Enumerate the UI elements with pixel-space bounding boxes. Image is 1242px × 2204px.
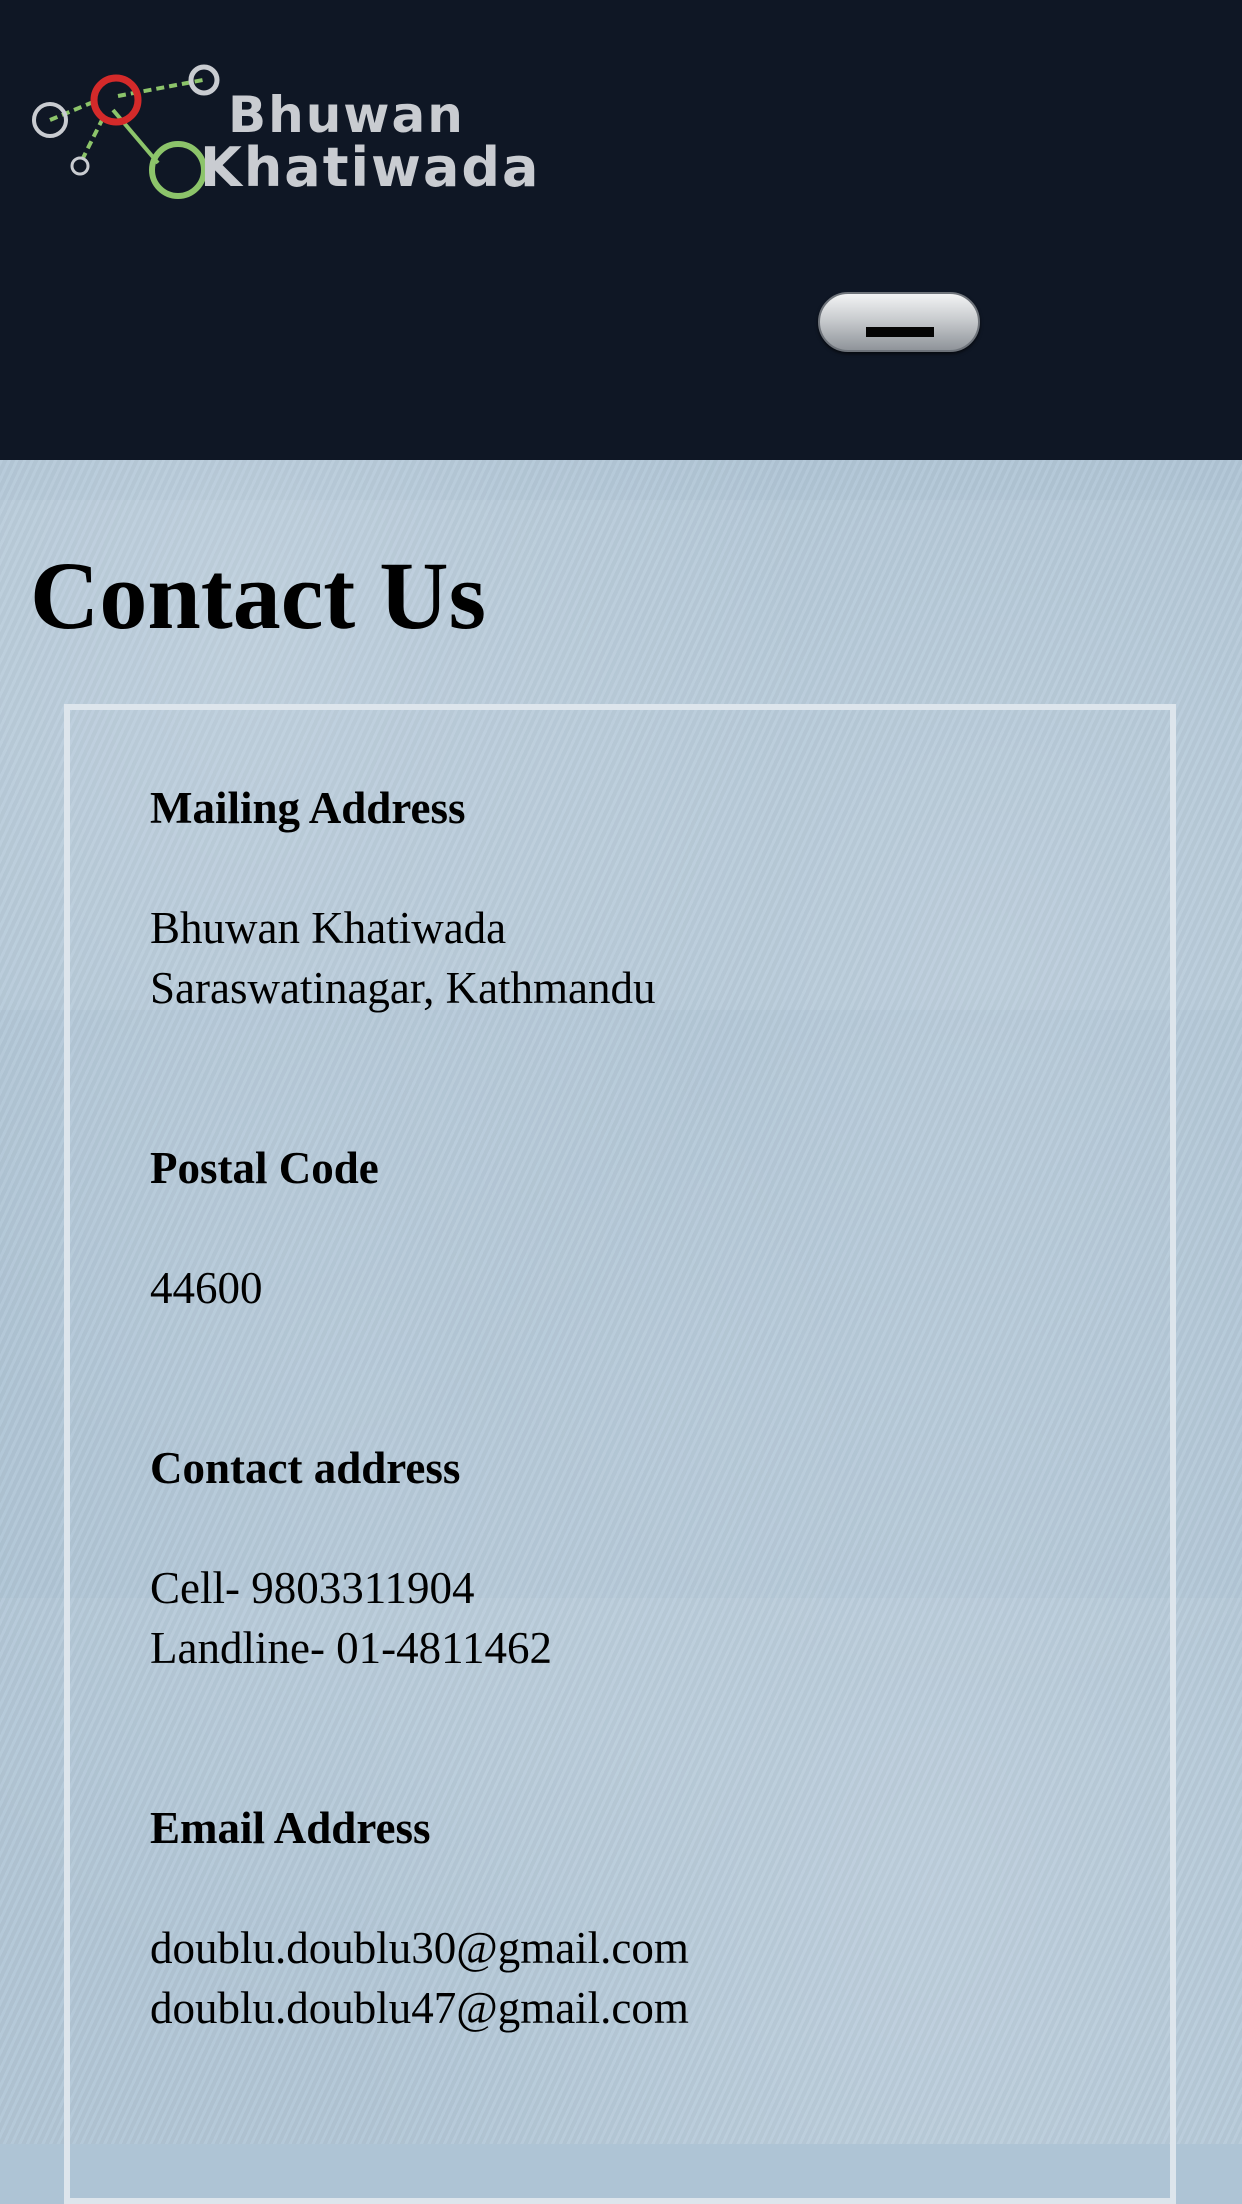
email-address-heading: Email Address <box>150 1803 431 1853</box>
molecule-logo-icon <box>32 64 220 199</box>
email-link-2[interactable]: doublu.doublu47@gmail.com <box>150 1983 689 2033</box>
postal-code-section: Postal Code 44600 <box>150 1138 379 1318</box>
landline-number[interactable]: Landline- 01-4811462 <box>150 1618 552 1678</box>
mailing-address-heading: Mailing Address <box>150 783 466 833</box>
contact-address-section: Contact address Cell- 9803311904 Landlin… <box>150 1438 552 1678</box>
cell-number[interactable]: Cell- 9803311904 <box>150 1558 552 1618</box>
site-header: Bhuwan Khatiwada <box>0 0 1242 460</box>
mailing-name: Bhuwan Khatiwada <box>150 903 507 953</box>
menu-toggle-button[interactable] <box>818 292 980 352</box>
logo-text-line2: Khatiwada <box>200 136 541 199</box>
main-content: Contact Us Mailing Address Bhuwan Khatiw… <box>0 460 1242 2204</box>
mailing-address-section: Mailing Address Bhuwan Khatiwada Saraswa… <box>150 778 656 1018</box>
menu-bar-icon <box>866 327 934 337</box>
email-address-section: Email Address doublu.doublu30@gmail.com … <box>150 1798 689 2038</box>
postal-code-heading: Postal Code <box>150 1143 379 1193</box>
site-logo[interactable]: Bhuwan Khatiwada <box>28 58 538 208</box>
email-link-1[interactable]: doublu.doublu30@gmail.com <box>150 1923 689 1973</box>
mailing-location: Saraswatinagar, Kathmandu <box>150 963 656 1013</box>
postal-code-value: 44600 <box>150 1263 263 1313</box>
page-title: Contact Us <box>30 542 486 649</box>
contact-address-heading: Contact address <box>150 1443 461 1493</box>
email-line-1: doublu.doublu30@gmail.com <box>150 1918 689 1978</box>
email-line-2: doublu.doublu47@gmail.com <box>150 1978 689 2038</box>
